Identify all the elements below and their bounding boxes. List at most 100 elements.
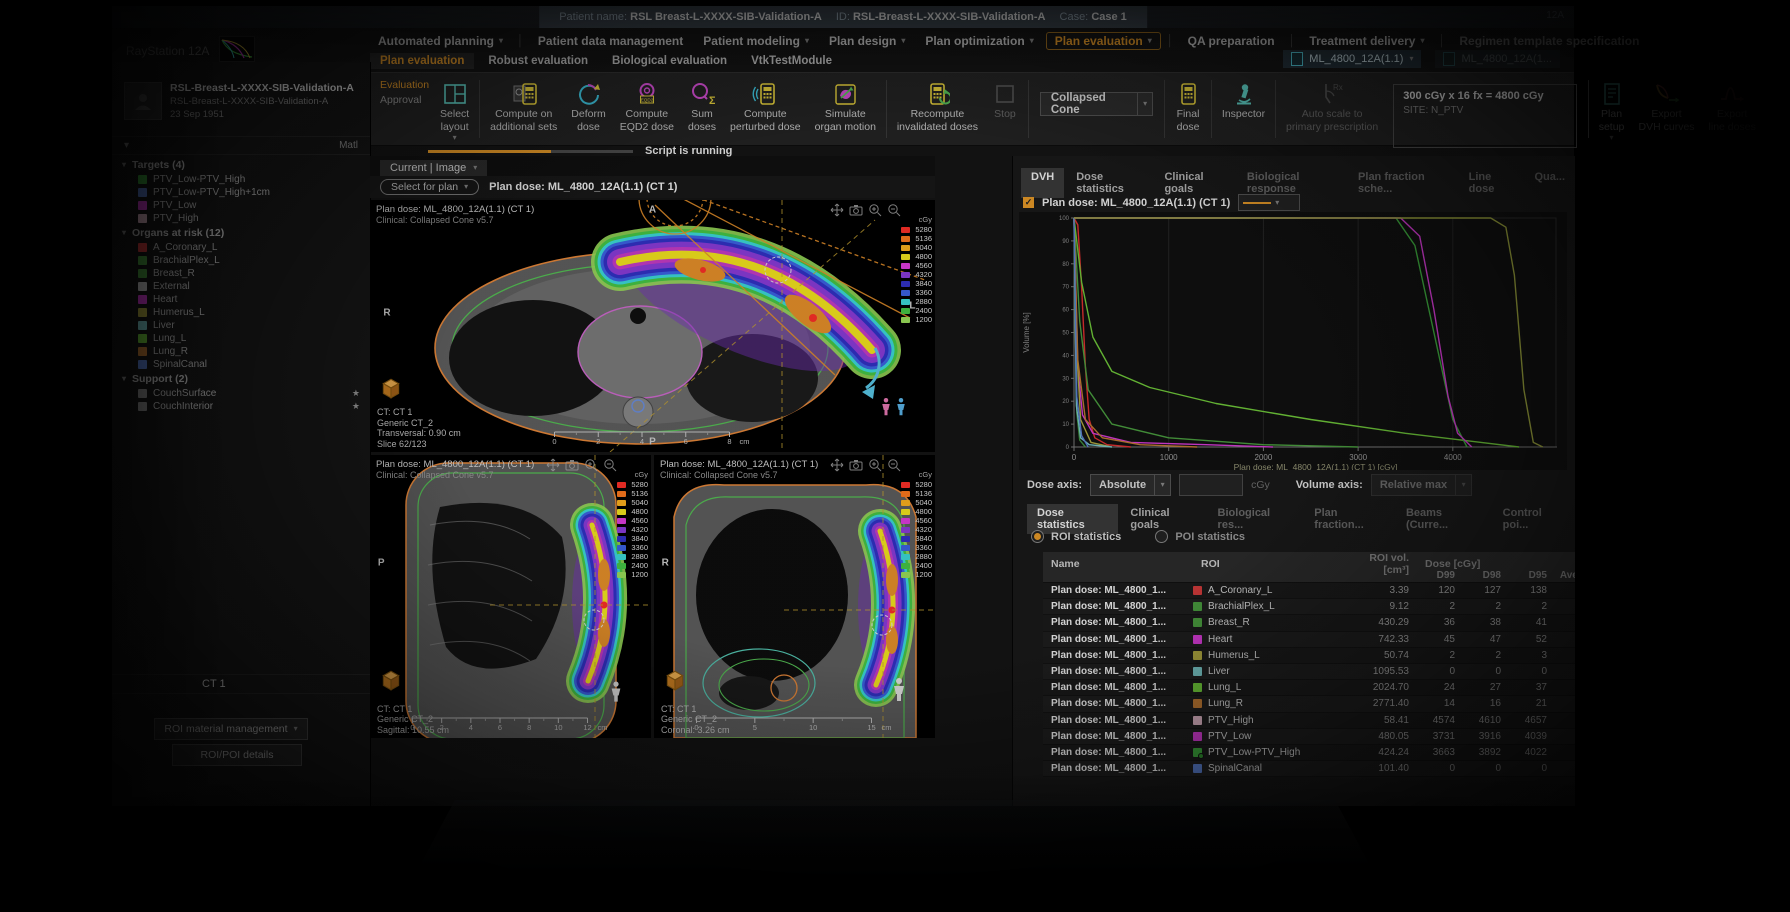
menu-item-plan-optimization[interactable]: Plan optimization▾ (917, 33, 1041, 49)
dose-axis-select[interactable]: Absolute ▾ (1090, 474, 1171, 496)
roi-material-management-button[interactable]: ROI material management▾ (154, 718, 308, 740)
viewport-axial[interactable]: Plan dose: ML_4800_12A(1.1) (CT 1) Clini… (370, 200, 935, 452)
sidebar-roi-spinalcanal[interactable]: SpinalCanal (112, 358, 370, 371)
select-layout-button[interactable]: Selectlayout▾ (433, 78, 476, 144)
dose-engine-select[interactable]: Collapsed Cone▾ (1040, 92, 1153, 116)
deform-dose-button[interactable]: Deformdose (564, 78, 612, 135)
tab-plan-evaluation[interactable]: Plan evaluation (370, 53, 474, 69)
side-tab-evaluation[interactable]: Evaluation (380, 79, 429, 91)
menu-item-patient-modeling[interactable]: Patient modeling▾ (695, 33, 817, 49)
pan-icon[interactable] (830, 203, 844, 220)
camera-icon[interactable] (849, 203, 863, 220)
plan-dropdown[interactable]: ML_4800_12A(1.1) ▾ (1283, 50, 1421, 68)
table-row[interactable]: Plan dose: ML_4800_1...BrachialPlex_L9.1… (1043, 599, 1575, 615)
viewport-sagittal[interactable]: Plan dose: ML_4800_12A(1.1) (CT 1) Clini… (370, 455, 651, 738)
viewport-coronal[interactable]: Plan dose: ML_4800_12A(1.1) (CT 1) Clini… (654, 455, 935, 738)
table-row[interactable]: Plan dose: ML_4800_1...PTV_Low-PTV_High4… (1043, 745, 1575, 761)
sidebar-roi-breast-r[interactable]: Breast_R (112, 267, 370, 280)
menu-item-treatment-delivery[interactable]: Treatment delivery▾ (1301, 33, 1432, 49)
table-row[interactable]: Plan dose: ML_4800_1...Lung_R2771.401416… (1043, 696, 1575, 712)
roi-section-title[interactable]: ▾Organs at risk (12) (112, 225, 370, 241)
dose-engine-caret[interactable]: ▾ (1137, 93, 1152, 115)
sidebar-roi-ptv-low-ptv-high[interactable]: PTV_Low-PTV_High (112, 173, 370, 186)
sidebar-roi-external[interactable]: External (112, 280, 370, 293)
stats-tab-plan-fraction-[interactable]: Plan fraction... (1304, 504, 1394, 534)
side-tab-approval[interactable]: Approval (380, 94, 429, 106)
sidebar-roi-heart[interactable]: Heart (112, 293, 370, 306)
tab-vtktestmodule[interactable]: VtkTestModule (741, 53, 842, 69)
pan-icon[interactable] (830, 458, 844, 475)
sidebar-roi-liver[interactable]: Liver (112, 319, 370, 332)
sidebar-roi-couchsurface[interactable]: CouchSurface★ (112, 387, 370, 400)
table-row[interactable]: Plan dose: ML_4800_1...PTV_Low480.053731… (1043, 729, 1575, 745)
menu-item-plan-design[interactable]: Plan design▾ (821, 33, 913, 49)
sidebar-roi-couchinterior[interactable]: CouchInterior★ (112, 400, 370, 413)
sidebar-roi-a-coronary-l[interactable]: A_Coronary_L (112, 241, 370, 254)
export-line-doses-button[interactable]: Exportline doses (1702, 78, 1763, 135)
export-dvh-button[interactable]: ExportDVH curves (1632, 78, 1702, 135)
zoom-in-icon[interactable] (868, 203, 882, 220)
sidebar-roi-ptv-high[interactable]: PTV_High (112, 212, 370, 225)
simulate-organ-motion-button[interactable]: Simulateorgan motion (808, 78, 883, 135)
orientation-cube-icon[interactable] (379, 669, 403, 694)
zoom-in-icon[interactable] (868, 458, 882, 475)
table-row[interactable]: Plan dose: ML_4800_1...Heart742.33454752 (1043, 632, 1575, 648)
sidebar-roi-humerus-l[interactable]: Humerus_L (112, 306, 370, 319)
roi-section-title[interactable]: ▾Support (2) (112, 371, 370, 387)
menu-item-patient-data-management[interactable]: Patient data management (530, 33, 691, 49)
camera-icon[interactable] (565, 458, 579, 475)
dvh-tab-plan-fraction-sche-[interactable]: Plan fraction sche... (1348, 168, 1457, 198)
table-row[interactable]: Plan dose: ML_4800_1...Liver1095.53000 (1043, 664, 1575, 680)
zoom-out-icon[interactable] (603, 458, 617, 475)
poi-statistics-radio[interactable]: POI statistics (1155, 530, 1245, 543)
zoom-in-icon[interactable] (584, 458, 598, 475)
stats-tab-control-poi-[interactable]: Control poi... (1493, 504, 1575, 534)
roi-poi-details-button[interactable]: ROI/POI details (172, 744, 302, 766)
plan-dropdown-secondary[interactable]: ML_4800_12A(1... (1435, 50, 1560, 68)
sum-doses-button[interactable]: ΣSumdoses (681, 78, 723, 135)
sidebar-roi-ptv-low[interactable]: PTV_Low (112, 199, 370, 212)
recompute-invalidated-button[interactable]: Recomputeinvalidated doses (890, 78, 985, 135)
auto-scale-button[interactable]: RxAuto scale toprimary prescription (1279, 78, 1385, 135)
volume-axis-select[interactable]: Relative max ▾ (1371, 474, 1472, 496)
menu-item-qa-preparation[interactable]: QA preparation (1180, 33, 1283, 49)
inspector-button[interactable]: Inspector (1215, 78, 1272, 123)
tab-robust-evaluation[interactable]: Robust evaluation (478, 53, 598, 69)
plan-setup-button[interactable]: Plansetup▾ (1592, 78, 1632, 144)
roi-section-title[interactable]: ▾Targets (4) (112, 157, 370, 173)
sidebar-roi-ptv-low-ptv-high-1cm[interactable]: PTV_Low-PTV_High+1cm (112, 186, 370, 199)
roi-statistics-radio[interactable]: ROI statistics (1031, 530, 1121, 543)
filter-icon[interactable]: ▾ (124, 140, 129, 151)
sidebar-roi-lung-r[interactable]: Lung_R (112, 345, 370, 358)
menu-item-regimen-template-specification[interactable]: Regimen template specification (1451, 33, 1647, 49)
camera-icon[interactable] (849, 458, 863, 475)
menu-item-plan-evaluation[interactable]: Plan evaluation▾ (1046, 32, 1161, 50)
orientation-cube-icon[interactable] (379, 377, 403, 402)
final-dose-button[interactable]: Finaldose (1168, 78, 1208, 135)
compute-additional-sets-button[interactable]: Compute onadditional sets (483, 78, 564, 135)
zoom-out-icon[interactable] (887, 458, 901, 475)
dvh-chart[interactable]: 010203040506070809010001000200030004000P… (1019, 212, 1567, 473)
sidebar-roi-lung-l[interactable]: Lung_L (112, 332, 370, 345)
table-row[interactable]: Plan dose: ML_4800_1...PTV_High58.414574… (1043, 713, 1575, 729)
current-image-tab[interactable]: Current | Image▾ (380, 160, 487, 176)
menu-item-automated-planning[interactable]: Automated planning▾ (370, 33, 511, 49)
pan-icon[interactable] (546, 458, 560, 475)
sidebar-roi-brachialplex-l[interactable]: BrachialPlex_L (112, 254, 370, 267)
dose-axis-value-input[interactable] (1179, 474, 1243, 496)
stats-tab-beams-curre-[interactable]: Beams (Curre... (1396, 504, 1491, 534)
dvh-tab-line-dose[interactable]: Line dose (1459, 168, 1523, 198)
table-row[interactable]: Plan dose: ML_4800_1...A_Coronary_L3.391… (1043, 583, 1575, 599)
stop-button[interactable]: Stop (985, 78, 1025, 123)
orientation-cube-icon[interactable] (663, 669, 687, 694)
curve-style-dropdown[interactable]: ▾ (1238, 194, 1300, 211)
compute-eqd2-button[interactable]: EQD2ComputeEQD2 dose (613, 78, 681, 135)
zoom-out-icon[interactable] (887, 203, 901, 220)
dvh-tab-qua-[interactable]: Qua... (1524, 168, 1575, 198)
plan-dose-checkbox[interactable]: ✓ (1023, 197, 1034, 208)
select-for-plan-button[interactable]: Select for plan▾ (380, 179, 479, 195)
table-row[interactable]: Plan dose: ML_4800_1...SpinalCanal101.40… (1043, 761, 1575, 777)
tab-biological-evaluation[interactable]: Biological evaluation (602, 53, 737, 69)
compute-perturbed-button[interactable]: Computeperturbed dose (723, 78, 808, 135)
table-row[interactable]: Plan dose: ML_4800_1...Breast_R430.29363… (1043, 615, 1575, 631)
